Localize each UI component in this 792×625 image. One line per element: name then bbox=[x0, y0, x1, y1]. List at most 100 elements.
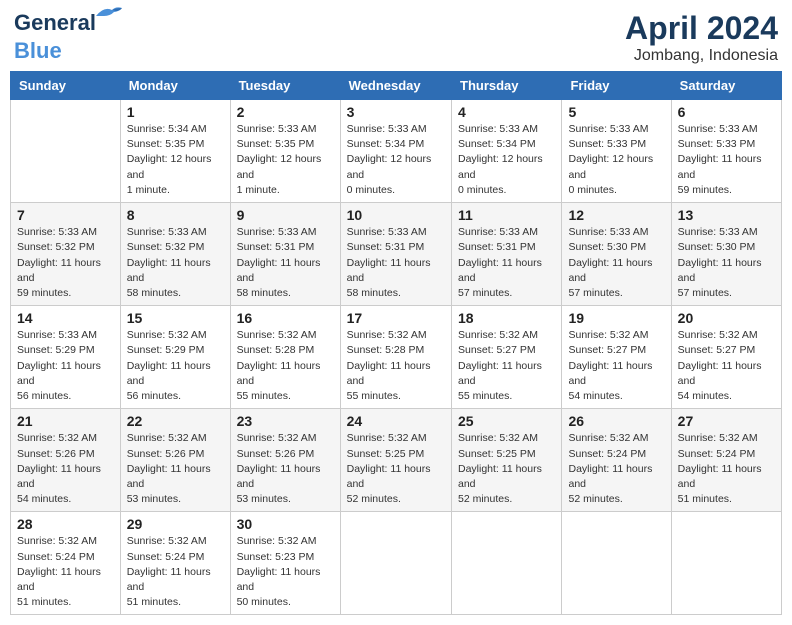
day-number: 25 bbox=[458, 413, 555, 429]
daylight-hours: Daylight: 12 hours and bbox=[347, 152, 445, 182]
daylight-hours: Daylight: 12 hours and bbox=[127, 152, 224, 182]
daylight-hours: Daylight: 11 hours and bbox=[458, 462, 555, 492]
daylight-minutes: 0 minutes. bbox=[347, 183, 445, 198]
daylight-minutes: 55 minutes. bbox=[458, 389, 555, 404]
daylight-hours: Daylight: 11 hours and bbox=[17, 256, 114, 286]
day-number: 5 bbox=[568, 104, 664, 120]
weekday-header-thursday: Thursday bbox=[452, 72, 562, 100]
daylight-hours: Daylight: 12 hours and bbox=[237, 152, 334, 182]
calendar-cell: 7 Sunrise: 5:33 AMSunset: 5:32 PMDaylight… bbox=[11, 203, 121, 306]
day-number: 28 bbox=[17, 516, 114, 532]
day-number: 26 bbox=[568, 413, 664, 429]
calendar-header-row: SundayMondayTuesdayWednesdayThursdayFrid… bbox=[11, 72, 782, 100]
daylight-minutes: 59 minutes. bbox=[17, 286, 114, 301]
calendar-cell: 23Sunrise: 5:32 AMSunset: 5:26 PMDayligh… bbox=[230, 409, 340, 512]
daylight-hours: Daylight: 11 hours and bbox=[127, 462, 224, 492]
daylight-minutes: 56 minutes. bbox=[17, 389, 114, 404]
day-number: 15 bbox=[127, 310, 224, 326]
calendar-cell: 28 Sunrise: 5:32 AMSunset: 5:24 PMDayligh… bbox=[11, 512, 121, 615]
daylight-hours: Daylight: 11 hours and bbox=[347, 462, 445, 492]
weekday-header-sunday: Sunday bbox=[11, 72, 121, 100]
calendar-cell: 27Sunrise: 5:32 AMSunset: 5:24 PMDayligh… bbox=[671, 409, 781, 512]
day-info: Sunrise: 5:33 AMSunset: 5:31 PMDaylight:… bbox=[458, 225, 555, 301]
day-number: 7 bbox=[17, 207, 114, 223]
day-number: 3 bbox=[347, 104, 445, 120]
day-info: Sunrise: 5:32 AMSunset: 5:24 PMDaylight:… bbox=[17, 534, 114, 610]
day-info: Sunrise: 5:33 AMSunset: 5:30 PMDaylight:… bbox=[678, 225, 775, 301]
daylight-minutes: 52 minutes. bbox=[568, 492, 664, 507]
daylight-minutes: 53 minutes. bbox=[237, 492, 334, 507]
day-number: 23 bbox=[237, 413, 334, 429]
calendar-week-row: 21 Sunrise: 5:32 AMSunset: 5:26 PMDayligh… bbox=[11, 409, 782, 512]
calendar-cell: 30 Sunrise: 5:32 AMSunset: 5:23 PMDayligh… bbox=[230, 512, 340, 615]
daylight-minutes: 58 minutes. bbox=[127, 286, 224, 301]
day-number: 21 bbox=[17, 413, 114, 429]
day-info: Sunrise: 5:33 AMSunset: 5:35 PMDaylight:… bbox=[237, 122, 334, 198]
day-info: Sunrise: 5:33 AMSunset: 5:33 PMDaylight:… bbox=[678, 122, 775, 198]
daylight-hours: Daylight: 11 hours and bbox=[458, 359, 555, 389]
calendar-cell: 26 Sunrise: 5:32 AMSunset: 5:24 PMDayligh… bbox=[562, 409, 671, 512]
daylight-minutes: 54 minutes. bbox=[568, 389, 664, 404]
calendar-week-row: 7 Sunrise: 5:33 AMSunset: 5:32 PMDaylight… bbox=[11, 203, 782, 306]
day-info: Sunrise: 5:32 AMSunset: 5:24 PMDaylight:… bbox=[568, 431, 664, 507]
day-info: Sunrise: 5:32 AMSunset: 5:27 PMDaylight:… bbox=[458, 328, 555, 404]
daylight-hours: Daylight: 11 hours and bbox=[237, 565, 334, 595]
day-info: Sunrise: 5:33 AMSunset: 5:31 PMDaylight:… bbox=[347, 225, 445, 301]
day-info: Sunrise: 5:33 AMSunset: 5:32 PMDaylight:… bbox=[17, 225, 114, 301]
daylight-minutes: 51 minutes. bbox=[127, 595, 224, 610]
calendar-cell bbox=[562, 512, 671, 615]
day-info: Sunrise: 5:32 AMSunset: 5:26 PMDaylight:… bbox=[17, 431, 114, 507]
calendar-cell: 8Sunrise: 5:33 AMSunset: 5:32 PMDaylight… bbox=[120, 203, 230, 306]
calendar-cell: 18Sunrise: 5:32 AMSunset: 5:27 PMDayligh… bbox=[452, 306, 562, 409]
day-number: 24 bbox=[347, 413, 445, 429]
day-info: Sunrise: 5:32 AMSunset: 5:28 PMDaylight:… bbox=[237, 328, 334, 404]
day-number: 8 bbox=[127, 207, 224, 223]
daylight-minutes: 53 minutes. bbox=[127, 492, 224, 507]
day-number: 27 bbox=[678, 413, 775, 429]
day-number: 11 bbox=[458, 207, 555, 223]
daylight-minutes: 55 minutes. bbox=[237, 389, 334, 404]
calendar-cell: 20Sunrise: 5:32 AMSunset: 5:27 PMDayligh… bbox=[671, 306, 781, 409]
calendar-cell: 1Sunrise: 5:34 AMSunset: 5:35 PMDaylight… bbox=[120, 100, 230, 203]
day-info: Sunrise: 5:32 AMSunset: 5:23 PMDaylight:… bbox=[237, 534, 334, 610]
daylight-hours: Daylight: 11 hours and bbox=[237, 359, 334, 389]
calendar-cell: 10Sunrise: 5:33 AMSunset: 5:31 PMDayligh… bbox=[340, 203, 451, 306]
day-info: Sunrise: 5:32 AMSunset: 5:28 PMDaylight:… bbox=[347, 328, 445, 404]
daylight-minutes: 58 minutes. bbox=[347, 286, 445, 301]
calendar-cell: 12Sunrise: 5:33 AMSunset: 5:30 PMDayligh… bbox=[562, 203, 671, 306]
calendar-cell: 3Sunrise: 5:33 AMSunset: 5:34 PMDaylight… bbox=[340, 100, 451, 203]
location: Jombang, Indonesia bbox=[625, 47, 778, 65]
daylight-hours: Daylight: 11 hours and bbox=[127, 359, 224, 389]
daylight-hours: Daylight: 12 hours and bbox=[568, 152, 664, 182]
day-info: Sunrise: 5:32 AMSunset: 5:27 PMDaylight:… bbox=[678, 328, 775, 404]
weekday-header-saturday: Saturday bbox=[671, 72, 781, 100]
daylight-minutes: 52 minutes. bbox=[458, 492, 555, 507]
title-block: April 2024 Jombang, Indonesia bbox=[625, 10, 778, 65]
weekday-header-tuesday: Tuesday bbox=[230, 72, 340, 100]
calendar-cell: 25 Sunrise: 5:32 AMSunset: 5:25 PMDayligh… bbox=[452, 409, 562, 512]
daylight-hours: Daylight: 11 hours and bbox=[568, 359, 664, 389]
day-number: 1 bbox=[127, 104, 224, 120]
month-title: April 2024 bbox=[625, 10, 778, 47]
daylight-hours: Daylight: 12 hours and bbox=[458, 152, 555, 182]
daylight-minutes: 59 minutes. bbox=[678, 183, 775, 198]
daylight-minutes: 51 minutes. bbox=[678, 492, 775, 507]
daylight-minutes: 1 minute. bbox=[237, 183, 334, 198]
daylight-hours: Daylight: 11 hours and bbox=[127, 565, 224, 595]
calendar-table: SundayMondayTuesdayWednesdayThursdayFrid… bbox=[10, 71, 782, 615]
daylight-minutes: 1 minute. bbox=[127, 183, 224, 198]
calendar-cell bbox=[671, 512, 781, 615]
day-info: Sunrise: 5:32 AMSunset: 5:25 PMDaylight:… bbox=[458, 431, 555, 507]
day-info: Sunrise: 5:32 AMSunset: 5:25 PMDaylight:… bbox=[347, 431, 445, 507]
day-info: Sunrise: 5:32 AMSunset: 5:27 PMDaylight:… bbox=[568, 328, 664, 404]
day-number: 30 bbox=[237, 516, 334, 532]
calendar-week-row: 1Sunrise: 5:34 AMSunset: 5:35 PMDaylight… bbox=[11, 100, 782, 203]
daylight-hours: Daylight: 11 hours and bbox=[678, 359, 775, 389]
day-number: 16 bbox=[237, 310, 334, 326]
day-number: 9 bbox=[237, 207, 334, 223]
daylight-hours: Daylight: 11 hours and bbox=[17, 462, 114, 492]
day-info: Sunrise: 5:32 AMSunset: 5:29 PMDaylight:… bbox=[127, 328, 224, 404]
daylight-hours: Daylight: 11 hours and bbox=[678, 462, 775, 492]
daylight-hours: Daylight: 11 hours and bbox=[237, 462, 334, 492]
daylight-minutes: 0 minutes. bbox=[458, 183, 555, 198]
